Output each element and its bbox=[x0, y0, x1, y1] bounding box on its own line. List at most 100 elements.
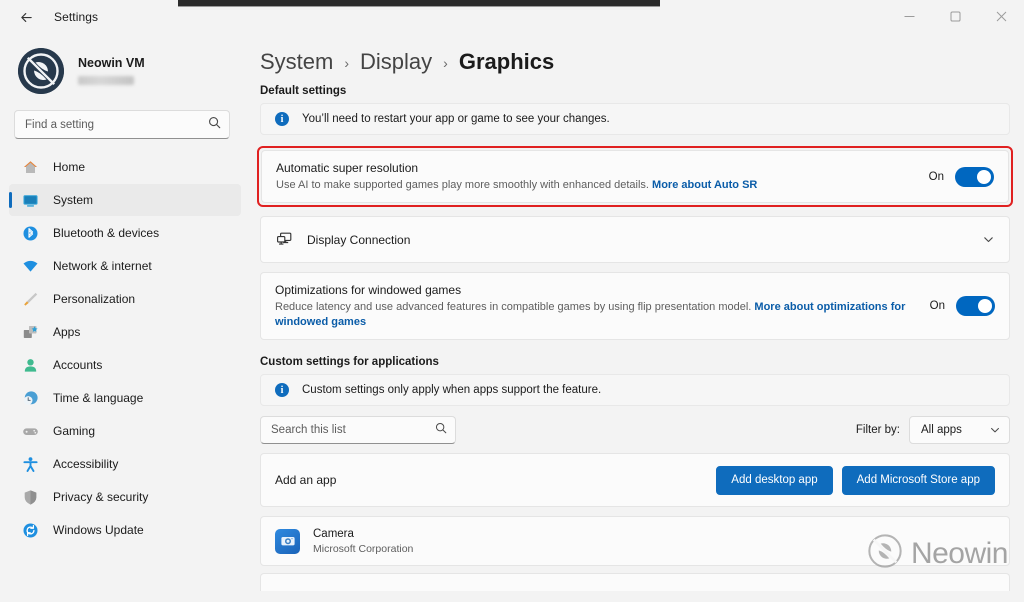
sidebar-item-personalization[interactable]: Personalization bbox=[9, 283, 241, 315]
sidebar-item-label: Bluetooth & devices bbox=[53, 226, 159, 240]
search-icon bbox=[208, 116, 221, 134]
filter-dropdown[interactable]: All apps bbox=[909, 416, 1010, 444]
sidebar-item-network-internet[interactable]: Network & internet bbox=[9, 250, 241, 282]
add-app-card: Add an app Add desktop app Add Microsoft… bbox=[260, 453, 1010, 507]
auto-sr-title: Automatic super resolution bbox=[276, 160, 919, 176]
sidebar-item-label: Privacy & security bbox=[53, 490, 148, 504]
profile-email-redacted bbox=[78, 76, 134, 85]
search-icon bbox=[435, 421, 447, 439]
add-microsoft-store-app-button[interactable]: Add Microsoft Store app bbox=[842, 466, 995, 495]
windowed-optimizations-row[interactable]: Optimizations for windowed games Reduce … bbox=[261, 273, 1009, 339]
display-connection-label: Display Connection bbox=[307, 232, 410, 248]
custom-settings-info-text: Custom settings only apply when apps sup… bbox=[302, 384, 601, 396]
main-content: System › Display › Graphics Default sett… bbox=[246, 34, 1024, 602]
sidebar: Neowin VM Find a setting Home bbox=[0, 34, 246, 602]
sidebar-item-label: Personalization bbox=[53, 292, 135, 306]
sidebar-item-system[interactable]: System bbox=[9, 184, 241, 216]
list-tools: Search this list Filter by: All apps bbox=[246, 406, 1024, 444]
back-arrow-icon[interactable] bbox=[12, 3, 40, 31]
app-list-next-item-partial bbox=[260, 573, 1010, 591]
sidebar-item-windows-update[interactable]: Windows Update bbox=[9, 514, 241, 546]
windowed-optimizations-description: Reduce latency and use advanced features… bbox=[275, 300, 920, 330]
add-desktop-app-button[interactable]: Add desktop app bbox=[716, 466, 832, 495]
sidebar-item-time-language[interactable]: Time & language bbox=[9, 382, 241, 414]
restart-info-bar: i You’ll need to restart your app or gam… bbox=[260, 103, 1010, 135]
default-settings-heading: Default settings bbox=[246, 78, 1024, 97]
restart-info-text: You’ll need to restart your app or game … bbox=[302, 113, 610, 125]
app-name: Camera bbox=[313, 527, 413, 541]
custom-settings-info-bar: i Custom settings only apply when apps s… bbox=[260, 374, 1010, 406]
auto-sr-row[interactable]: Automatic super resolution Use AI to mak… bbox=[262, 151, 1008, 202]
add-an-app-label: Add an app bbox=[275, 472, 336, 488]
sidebar-item-bluetooth-devices[interactable]: Bluetooth & devices bbox=[9, 217, 241, 249]
auto-sr-card: Automatic super resolution Use AI to mak… bbox=[261, 150, 1009, 203]
app-list-card: Camera Microsoft Corporation bbox=[260, 516, 1010, 566]
filter-label: Filter by: bbox=[856, 424, 900, 436]
add-app-row: Add an app Add desktop app Add Microsoft… bbox=[261, 454, 1009, 506]
sidebar-item-label: Windows Update bbox=[53, 523, 144, 537]
sidebar-item-privacy-security[interactable]: Privacy & security bbox=[9, 481, 241, 513]
profile-name: Neowin VM bbox=[78, 56, 145, 70]
window-controls bbox=[886, 0, 1024, 34]
windowed-optimizations-description-text: Reduce latency and use advanced features… bbox=[275, 301, 751, 313]
list-search-input[interactable]: Search this list bbox=[260, 416, 456, 444]
windowed-optimizations-card: Optimizations for windowed games Reduce … bbox=[260, 272, 1010, 340]
sidebar-item-apps[interactable]: Apps bbox=[9, 316, 241, 348]
windowed-optimizations-toggle-label: On bbox=[930, 300, 945, 312]
camera-app-icon bbox=[275, 529, 300, 554]
windowed-optimizations-toggle[interactable] bbox=[956, 296, 995, 316]
profile-section[interactable]: Neowin VM bbox=[0, 34, 246, 96]
info-icon: i bbox=[275, 383, 289, 397]
avatar bbox=[18, 48, 64, 94]
sidebar-item-gaming[interactable]: Gaming bbox=[9, 415, 241, 447]
sidebar-item-label: Gaming bbox=[53, 424, 95, 438]
auto-sr-highlight-frame: Automatic super resolution Use AI to mak… bbox=[257, 146, 1013, 207]
wifi-icon bbox=[22, 258, 39, 275]
auto-sr-toggle[interactable] bbox=[955, 167, 994, 187]
sidebar-nav: Home System bbox=[0, 151, 246, 546]
sidebar-item-accounts[interactable]: Accounts bbox=[9, 349, 241, 381]
breadcrumb: System › Display › Graphics bbox=[246, 34, 1024, 78]
paintbrush-icon bbox=[22, 291, 39, 308]
info-icon: i bbox=[275, 112, 289, 126]
maximize-icon[interactable] bbox=[932, 0, 978, 32]
filter-group: Filter by: All apps bbox=[856, 416, 1010, 444]
auto-sr-learn-more-link[interactable]: More about Auto SR bbox=[652, 179, 757, 191]
display-connection-row[interactable]: Display Connection bbox=[261, 217, 1009, 262]
breadcrumb-item-system[interactable]: System bbox=[260, 49, 333, 75]
gamepad-icon bbox=[22, 423, 39, 440]
breadcrumb-item-display[interactable]: Display bbox=[360, 49, 432, 75]
close-icon[interactable] bbox=[978, 0, 1024, 32]
chevron-right-icon: › bbox=[344, 55, 349, 71]
display-connection-card: Display Connection bbox=[260, 216, 1010, 263]
titlebar-drag-area bbox=[98, 0, 886, 34]
auto-sr-description-text: Use AI to make supported games play more… bbox=[276, 179, 649, 191]
search-input[interactable]: Find a setting bbox=[14, 110, 230, 139]
chevron-down-icon[interactable] bbox=[982, 233, 995, 246]
custom-settings-heading: Custom settings for applications bbox=[246, 340, 1024, 368]
sidebar-item-home[interactable]: Home bbox=[9, 151, 241, 183]
apps-icon bbox=[22, 324, 39, 341]
app-publisher: Microsoft Corporation bbox=[313, 542, 413, 556]
update-icon bbox=[22, 522, 39, 539]
accessibility-icon bbox=[22, 456, 39, 473]
account-icon bbox=[22, 357, 39, 374]
sidebar-item-label: Home bbox=[53, 160, 85, 174]
search-placeholder: Find a setting bbox=[25, 119, 94, 131]
filter-value: All apps bbox=[921, 424, 962, 436]
minimize-icon[interactable] bbox=[886, 0, 932, 32]
auto-sr-description: Use AI to make supported games play more… bbox=[276, 178, 919, 193]
clock-icon bbox=[22, 390, 39, 407]
list-item[interactable]: Camera Microsoft Corporation bbox=[261, 517, 1009, 565]
shield-icon bbox=[22, 489, 39, 506]
monitors-icon bbox=[275, 230, 294, 249]
sidebar-item-label: Network & internet bbox=[53, 259, 152, 273]
chevron-right-icon: › bbox=[443, 55, 448, 71]
system-icon bbox=[22, 192, 39, 209]
auto-sr-toggle-label: On bbox=[929, 171, 944, 183]
sidebar-item-accessibility[interactable]: Accessibility bbox=[9, 448, 241, 480]
title-bar: Settings bbox=[0, 0, 1024, 34]
settings-window: Settings bbox=[0, 0, 1024, 602]
page-title: Graphics bbox=[459, 49, 554, 75]
sidebar-item-label: Time & language bbox=[53, 391, 143, 405]
